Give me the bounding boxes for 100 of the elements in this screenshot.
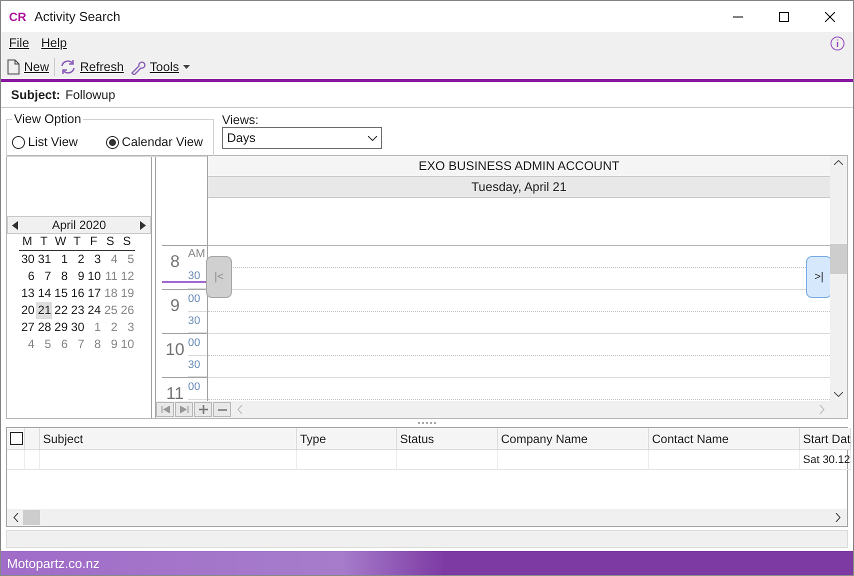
calendar-day[interactable]: 14 (36, 285, 52, 302)
calendar-day[interactable]: 24 (85, 302, 102, 319)
menu-item[interactable]: File (9, 36, 30, 50)
chevron-down-icon (368, 136, 377, 140)
last-button[interactable] (175, 402, 193, 417)
close-icon (825, 12, 835, 22)
calendar-day[interactable]: 28 (36, 319, 52, 336)
calendar-day[interactable]: 31 (36, 251, 52, 268)
weekday-label: T (68, 234, 86, 251)
calendar-day[interactable]: 26 (118, 302, 136, 319)
window-title: Activity Search (34, 9, 122, 24)
column-header[interactable]: Contact Name (649, 428, 800, 450)
calendar-day[interactable]: 17 (85, 285, 102, 302)
plus-icon (198, 405, 208, 414)
calendar-day[interactable]: 20 (19, 302, 36, 319)
scroll-up-icon (834, 160, 843, 165)
calendar-day[interactable]: 7 (36, 268, 52, 285)
calendar-day[interactable]: 6 (52, 336, 69, 353)
calendar-day[interactable]: 4 (19, 336, 36, 353)
scrollbar-thumb[interactable] (23, 510, 40, 525)
table-cell (7, 450, 25, 470)
minus-icon (218, 408, 226, 410)
calendar-day[interactable]: 9 (68, 268, 86, 285)
document-icon (7, 58, 20, 74)
calendar-day[interactable]: 12 (118, 268, 136, 285)
calendar-day[interactable]: 1 (52, 251, 69, 268)
radio-icon[interactable] (106, 136, 119, 148)
next-appointment-button[interactable]: >| (806, 256, 832, 298)
previous-icon (12, 220, 18, 230)
weekday-label: F (85, 234, 102, 251)
calendar-day[interactable]: 4 (102, 251, 119, 268)
group-title: View Option (12, 112, 84, 126)
maximize-icon (779, 12, 789, 22)
calendar-day[interactable]: 7 (68, 336, 86, 353)
views-label: Views: (222, 113, 260, 127)
horizontal-scrollbar[interactable] (7, 509, 847, 526)
calendar-day[interactable]: 5 (118, 251, 136, 268)
hour-label: 10 (164, 340, 186, 360)
calendar-day[interactable]: 18 (102, 285, 119, 302)
status-text: Motopartz.co.nz (7, 556, 100, 570)
column-header[interactable]: Subject (40, 428, 297, 450)
calendar-day[interactable]: 6 (19, 268, 36, 285)
scrollbar-thumb[interactable] (830, 244, 847, 274)
first-button[interactable] (156, 402, 174, 417)
toolbar-button[interactable]: Tools (126, 54, 193, 78)
calendar-day[interactable]: 19 (118, 285, 136, 302)
date-header: Tuesday, April 21 (208, 177, 830, 198)
app-logo: CR (9, 10, 26, 24)
column-header[interactable]: Start Dat (800, 428, 852, 450)
toolbar-button[interactable]: Refresh (57, 54, 127, 78)
calendar-day[interactable]: 9 (102, 336, 119, 353)
column-header[interactable]: Status (397, 428, 498, 450)
scroll-right-icon (835, 513, 841, 522)
radio-option[interactable]: Calendar View (106, 135, 203, 149)
column-header[interactable]: Company Name (498, 428, 649, 450)
calendar-day[interactable]: 15 (52, 285, 69, 302)
table-cell (25, 450, 40, 470)
skip-back-icon (160, 406, 170, 413)
wrench-icon (130, 58, 146, 74)
calendar-day[interactable]: 25 (102, 302, 119, 319)
calendar-day[interactable]: 21 (36, 302, 52, 319)
select-all-header[interactable] (7, 428, 25, 450)
calendar-day[interactable]: 23 (68, 302, 86, 319)
minute-label: 30 (188, 356, 207, 377)
calendar-day[interactable]: 3 (85, 251, 102, 268)
calendar-day[interactable]: 13 (19, 285, 36, 302)
zoom-in-button[interactable] (194, 402, 212, 417)
calendar-day[interactable]: 30 (19, 251, 36, 268)
minimize-icon (733, 16, 743, 18)
zoom-out-button[interactable] (213, 402, 231, 417)
calendar-day[interactable]: 8 (52, 268, 69, 285)
radio-option[interactable]: List View (12, 135, 78, 149)
radio-icon[interactable] (12, 136, 25, 148)
scroll-down-icon (834, 392, 843, 397)
weekday-label: M (19, 234, 36, 251)
calendar-day[interactable]: 22 (52, 302, 69, 319)
calendar-day[interactable]: 27 (19, 319, 36, 336)
calendar-day[interactable]: 2 (68, 251, 86, 268)
caret-icon (182, 64, 190, 68)
calendar-day[interactable]: 2 (102, 319, 119, 336)
vertical-scrollbar[interactable] (830, 156, 847, 401)
info-icon (830, 36, 845, 50)
subject-label: Subject: (11, 88, 60, 102)
column-header[interactable]: Type (297, 428, 397, 450)
calendar-day[interactable]: 30 (68, 319, 86, 336)
toolbar-button[interactable]: New (4, 54, 52, 78)
calendar-day[interactable]: 8 (85, 336, 102, 353)
calendar-day[interactable]: 11 (102, 268, 119, 285)
calendar-day[interactable]: 5 (36, 336, 52, 353)
calendar-day[interactable]: 29 (52, 319, 69, 336)
weekday-label: W (52, 234, 69, 251)
month-title: April 2020 (52, 218, 106, 232)
hour-label: 8 (169, 252, 181, 272)
menu-item[interactable]: Help (41, 36, 67, 50)
views-dropdown[interactable]: Days (222, 127, 382, 149)
calendar-day[interactable]: 1 (85, 319, 102, 336)
calendar-day[interactable]: 10 (118, 336, 136, 353)
calendar-day[interactable]: 10 (85, 268, 102, 285)
calendar-day[interactable]: 3 (118, 319, 136, 336)
calendar-day[interactable]: 16 (68, 285, 86, 302)
